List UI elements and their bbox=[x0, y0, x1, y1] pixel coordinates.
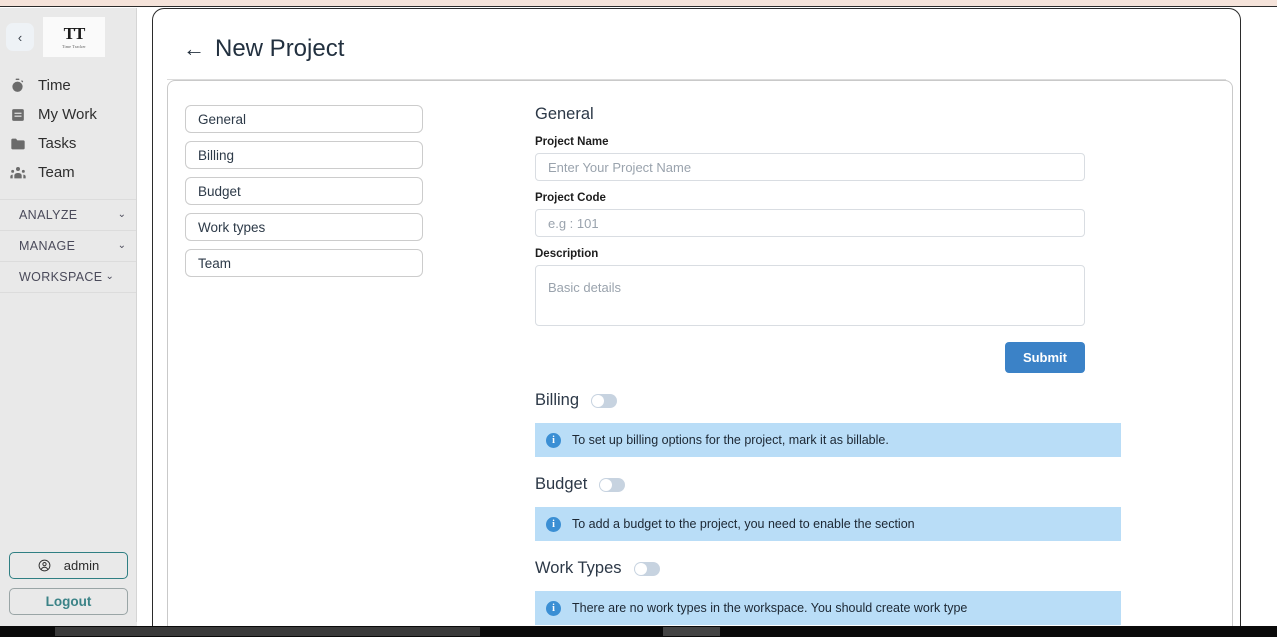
tab-label: General bbox=[198, 111, 247, 127]
sidebar-item-tasks[interactable]: Tasks bbox=[0, 129, 136, 158]
sidebar-collapsible-sections: ANALYZE ⌄ MANAGE ⌄ WORKSPACE ⌄ bbox=[0, 199, 136, 293]
chevron-left-icon: ‹ bbox=[17, 29, 23, 45]
sidebar-section-workspace[interactable]: WORKSPACE ⌄ bbox=[0, 261, 136, 292]
chevron-down-icon: ⌄ bbox=[117, 240, 126, 251]
toggle-knob bbox=[600, 478, 613, 491]
logo-mark: TT bbox=[63, 24, 86, 43]
tab-label: Work types bbox=[198, 219, 266, 235]
general-section-title: General bbox=[535, 105, 594, 123]
sidebar-section-label: MANAGE bbox=[19, 239, 76, 253]
stopwatch-icon bbox=[9, 77, 26, 94]
chevron-down-icon: ⌄ bbox=[117, 209, 126, 220]
project-name-label: Project Name bbox=[535, 136, 609, 148]
tab-work-types[interactable]: Work types bbox=[185, 213, 423, 241]
sidebar: ‹ TT Time Tracker Time My Work Tasks Tea… bbox=[0, 8, 137, 629]
sidebar-section-manage[interactable]: MANAGE ⌄ bbox=[0, 230, 136, 261]
work-types-section-header: Work Types bbox=[535, 559, 1103, 578]
toggle-knob bbox=[592, 394, 605, 407]
sidebar-item-team[interactable]: Team bbox=[0, 158, 136, 187]
billing-section-header: Billing bbox=[535, 391, 1103, 410]
budget-section-header: Budget bbox=[535, 475, 1103, 494]
project-form: General Project Name Enter Your Project … bbox=[423, 101, 1121, 625]
billing-toggle[interactable] bbox=[591, 393, 618, 408]
logout-label: Logout bbox=[45, 594, 92, 609]
project-form-card: General Billing Budget Work types Team G… bbox=[167, 80, 1233, 631]
submit-row: Submit bbox=[535, 342, 1085, 373]
sidebar-header: ‹ TT Time Tracker bbox=[0, 8, 136, 57]
user-avatar-icon bbox=[38, 559, 51, 572]
horizontal-scrollbar[interactable] bbox=[0, 626, 1277, 637]
people-icon bbox=[9, 164, 26, 181]
sidebar-item-label: Tasks bbox=[38, 135, 77, 152]
tab-budget[interactable]: Budget bbox=[185, 177, 423, 205]
sidebar-section-label: WORKSPACE bbox=[19, 270, 103, 284]
project-name-input[interactable]: Enter Your Project Name bbox=[535, 153, 1085, 181]
description-label: Description bbox=[535, 248, 599, 260]
sidebar-item-my-work[interactable]: My Work bbox=[0, 100, 136, 129]
page-header: ← New Project bbox=[153, 9, 1240, 63]
work-types-alert-text: There are no work types in the workspace… bbox=[572, 601, 968, 615]
sidebar-item-label: My Work bbox=[38, 106, 97, 123]
project-code-input[interactable]: e.g : 101 bbox=[535, 209, 1085, 237]
description-textarea[interactable]: Basic details bbox=[535, 265, 1085, 326]
main-content-frame: ← New Project General Billing Budget Wor… bbox=[152, 8, 1241, 631]
tab-label: Billing bbox=[198, 147, 235, 163]
project-code-label: Project Code bbox=[535, 192, 606, 204]
sidebar-collapse-button[interactable]: ‹ bbox=[6, 23, 34, 51]
work-types-info-alert: i There are no work types in the workspa… bbox=[535, 591, 1121, 625]
tab-label: Budget bbox=[198, 183, 241, 199]
folder-icon bbox=[9, 135, 26, 152]
billing-alert-text: To set up billing options for the projec… bbox=[572, 433, 889, 447]
back-arrow-icon[interactable]: ← bbox=[183, 38, 205, 60]
toggle-knob bbox=[634, 562, 647, 575]
sidebar-section-analyze[interactable]: ANALYZE ⌄ bbox=[0, 199, 136, 230]
tab-billing[interactable]: Billing bbox=[185, 141, 423, 169]
budget-toggle[interactable] bbox=[599, 477, 626, 492]
sidebar-section-divider bbox=[0, 292, 136, 293]
info-icon: i bbox=[546, 600, 561, 616]
logout-button[interactable]: Logout bbox=[9, 588, 128, 615]
sidebar-item-label: Team bbox=[38, 164, 75, 181]
app-logo: TT Time Tracker bbox=[43, 17, 105, 57]
budget-info-alert: i To add a budget to the project, you ne… bbox=[535, 507, 1121, 541]
app-root: ‹ TT Time Tracker Time My Work Tasks Tea… bbox=[0, 0, 1277, 637]
work-types-toggle[interactable] bbox=[633, 561, 660, 576]
settings-tab-list: General Billing Budget Work types Team bbox=[168, 101, 423, 625]
logo-subtitle: Time Tracker bbox=[62, 44, 86, 49]
scrollbar-thumb[interactable] bbox=[55, 627, 480, 636]
sidebar-nav: Time My Work Tasks Team bbox=[0, 71, 136, 187]
billing-info-alert: i To set up billing options for the proj… bbox=[535, 423, 1121, 457]
card-body: General Billing Budget Work types Team G… bbox=[168, 81, 1232, 625]
info-icon: i bbox=[546, 432, 561, 448]
submit-button[interactable]: Submit bbox=[1004, 342, 1085, 373]
user-account-button[interactable]: admin bbox=[9, 552, 128, 579]
document-list-icon bbox=[9, 106, 26, 123]
scrollbar-thumb-secondary[interactable] bbox=[663, 627, 720, 636]
work-types-title: Work Types bbox=[535, 559, 622, 577]
browser-top-strip bbox=[0, 0, 1277, 7]
tab-label: Team bbox=[198, 255, 232, 271]
billing-title: Billing bbox=[535, 391, 580, 409]
page-title: New Project bbox=[215, 35, 345, 62]
sidebar-item-time[interactable]: Time bbox=[0, 71, 136, 100]
budget-alert-text: To add a budget to the project, you need… bbox=[572, 517, 915, 531]
user-account-label: admin bbox=[63, 558, 100, 573]
tab-team[interactable]: Team bbox=[185, 249, 423, 277]
sidebar-section-label: ANALYZE bbox=[19, 208, 78, 222]
info-icon: i bbox=[546, 516, 561, 532]
sidebar-item-label: Time bbox=[38, 77, 71, 94]
sidebar-footer: admin Logout bbox=[0, 552, 137, 615]
chevron-down-icon: ⌄ bbox=[105, 271, 114, 282]
tab-general[interactable]: General bbox=[185, 105, 423, 133]
budget-title: Budget bbox=[535, 475, 588, 493]
